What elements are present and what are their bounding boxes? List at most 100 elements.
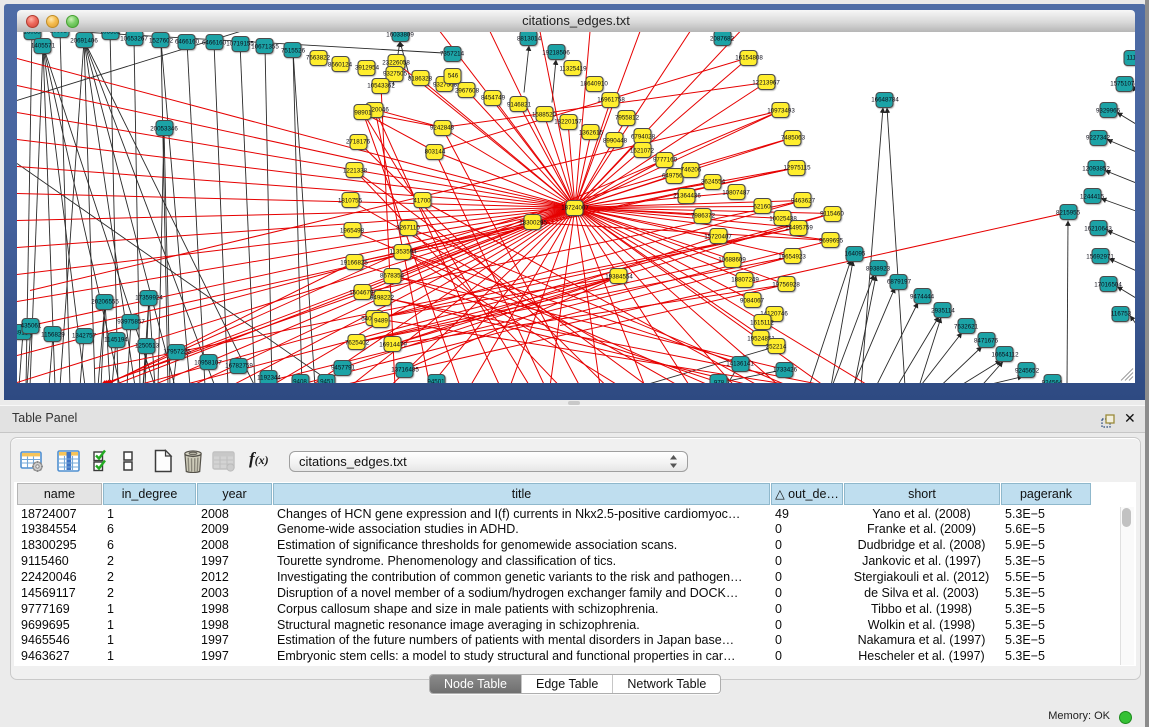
svg-text:7632621: 7632621 <box>954 323 979 330</box>
svg-text:16961758: 16961758 <box>597 96 625 103</box>
svg-text:9408: 9408 <box>293 378 307 383</box>
svg-text:9498222: 9498222 <box>370 294 395 301</box>
svg-text:6466160: 6466160 <box>175 38 200 45</box>
svg-text:9242848: 9242848 <box>430 124 455 131</box>
svg-text:9115460: 9115460 <box>820 210 844 217</box>
svg-text:8454749: 8454749 <box>481 94 506 101</box>
svg-text:17016504: 17016504 <box>1094 281 1122 288</box>
svg-text:8660124: 8660124 <box>328 61 353 68</box>
svg-text:1117: 1117 <box>1127 54 1135 61</box>
svg-text:19166825: 19166825 <box>340 259 368 266</box>
svg-text:1588520: 1588520 <box>532 111 557 118</box>
svg-text:18300295: 18300295 <box>519 219 547 226</box>
svg-text:2935114: 2935114 <box>931 307 955 314</box>
svg-text:16782759: 16782759 <box>225 362 253 369</box>
svg-text:924564: 924564 <box>1042 379 1063 383</box>
svg-text:13716485: 13716485 <box>391 366 419 373</box>
svg-text:1192344: 1192344 <box>257 374 281 381</box>
svg-text:10973493: 10973493 <box>767 107 795 114</box>
svg-text:1221338: 1221338 <box>343 167 368 174</box>
svg-text:164095: 164095 <box>845 250 866 257</box>
svg-text:6794028: 6794028 <box>631 133 656 140</box>
svg-text:206914: 206914 <box>50 32 71 35</box>
svg-text:1405571: 1405571 <box>31 42 56 49</box>
svg-text:8471676: 8471676 <box>974 337 999 344</box>
svg-text:1965498: 1965498 <box>340 227 365 234</box>
svg-text:9227342: 9227342 <box>1086 134 1111 141</box>
svg-text:21364436: 21364436 <box>673 192 701 199</box>
svg-text:2967608: 2967608 <box>455 87 480 94</box>
svg-text:252214: 252214 <box>766 343 787 350</box>
svg-text:94501: 94501 <box>427 378 445 383</box>
svg-text:18807249: 18807249 <box>731 276 759 283</box>
svg-text:18724007: 18724007 <box>561 204 589 211</box>
svg-text:14495759: 14495759 <box>785 224 813 231</box>
svg-text:1244415: 1244415 <box>1080 193 1105 200</box>
svg-text:10654112: 10654112 <box>991 351 1019 358</box>
svg-text:6879197: 6879197 <box>887 278 912 285</box>
svg-text:16033809: 16033809 <box>386 32 414 39</box>
svg-text:12213967: 12213967 <box>752 79 780 86</box>
svg-text:16210643: 16210643 <box>1084 225 1112 232</box>
svg-text:106532: 106532 <box>100 32 121 36</box>
svg-text:15692971: 15692971 <box>1086 253 1114 260</box>
svg-text:16033: 16033 <box>23 32 41 36</box>
svg-text:19218506: 19218506 <box>542 49 570 56</box>
svg-text:8186328: 8186328 <box>408 75 433 82</box>
svg-text:435061: 435061 <box>21 322 42 329</box>
svg-text:19756928: 19756928 <box>772 281 800 288</box>
svg-text:17957225: 17957225 <box>163 348 191 355</box>
svg-text:3912954: 3912954 <box>355 64 380 71</box>
svg-text:7955812: 7955812 <box>615 114 640 121</box>
svg-text:8813014: 8813014 <box>517 35 542 42</box>
svg-text:9777169: 9777169 <box>653 156 678 163</box>
svg-text:1733426: 1733426 <box>773 366 798 373</box>
svg-text:16914479: 16914479 <box>379 341 407 348</box>
svg-text:11353594: 11353594 <box>389 248 417 255</box>
svg-text:20053346: 20053346 <box>150 125 178 132</box>
svg-text:803144: 803144 <box>425 148 446 155</box>
svg-text:116753: 116753 <box>1111 310 1132 317</box>
svg-text:41700: 41700 <box>413 197 431 204</box>
svg-text:7986372: 7986372 <box>691 212 716 219</box>
svg-text:11325419: 11325419 <box>559 65 587 72</box>
svg-text:746206: 746206 <box>681 166 702 173</box>
svg-text:15720407: 15720407 <box>704 233 732 240</box>
svg-text:10653267: 10653267 <box>120 35 148 42</box>
svg-text:1156829: 1156829 <box>41 331 65 338</box>
svg-text:14136141: 14136141 <box>726 360 754 367</box>
svg-text:8938923: 8938923 <box>866 265 891 272</box>
svg-text:10958107: 10958107 <box>194 359 222 366</box>
svg-text:20206555: 20206555 <box>91 298 119 305</box>
svg-text:6466160: 6466160 <box>202 39 227 46</box>
svg-text:9245652: 9245652 <box>1015 367 1040 374</box>
svg-text:1342757: 1342757 <box>72 332 97 339</box>
svg-text:7357214: 7357214 <box>440 50 465 57</box>
svg-text:1810755: 1810755 <box>338 197 363 204</box>
svg-text:9146821: 9146821 <box>507 101 532 108</box>
svg-text:9327505: 9327505 <box>383 70 408 77</box>
svg-text:978: 978 <box>714 379 725 383</box>
svg-text:18220157: 18220157 <box>554 118 582 125</box>
svg-text:7485063: 7485063 <box>781 134 806 141</box>
svg-text:18640910: 18640910 <box>580 80 608 87</box>
svg-text:10543362: 10543362 <box>367 82 395 89</box>
svg-text:1250513: 1250513 <box>135 342 160 349</box>
svg-text:10688609: 10688609 <box>718 256 746 263</box>
svg-text:2718176: 2718176 <box>346 138 371 145</box>
svg-text:15751074: 15751074 <box>1110 80 1135 87</box>
svg-text:10807487: 10807487 <box>722 189 750 196</box>
svg-text:3624554: 3624554 <box>701 178 726 185</box>
svg-text:1621072: 1621072 <box>630 147 655 154</box>
svg-text:19384554: 19384554 <box>605 273 633 280</box>
svg-text:9457791: 9457791 <box>331 364 356 371</box>
svg-text:9451: 9451 <box>320 378 334 383</box>
svg-text:12975115: 12975115 <box>783 164 811 171</box>
svg-text:20691406: 20691406 <box>70 37 98 44</box>
svg-text:1615112: 1615112 <box>750 319 774 326</box>
svg-text:16154808: 16154808 <box>735 54 763 61</box>
svg-text:9474444: 9474444 <box>910 293 935 300</box>
svg-text:7663822: 7663822 <box>306 54 331 61</box>
svg-text:7625402: 7625402 <box>345 339 370 346</box>
svg-text:98901: 98901 <box>354 109 372 116</box>
